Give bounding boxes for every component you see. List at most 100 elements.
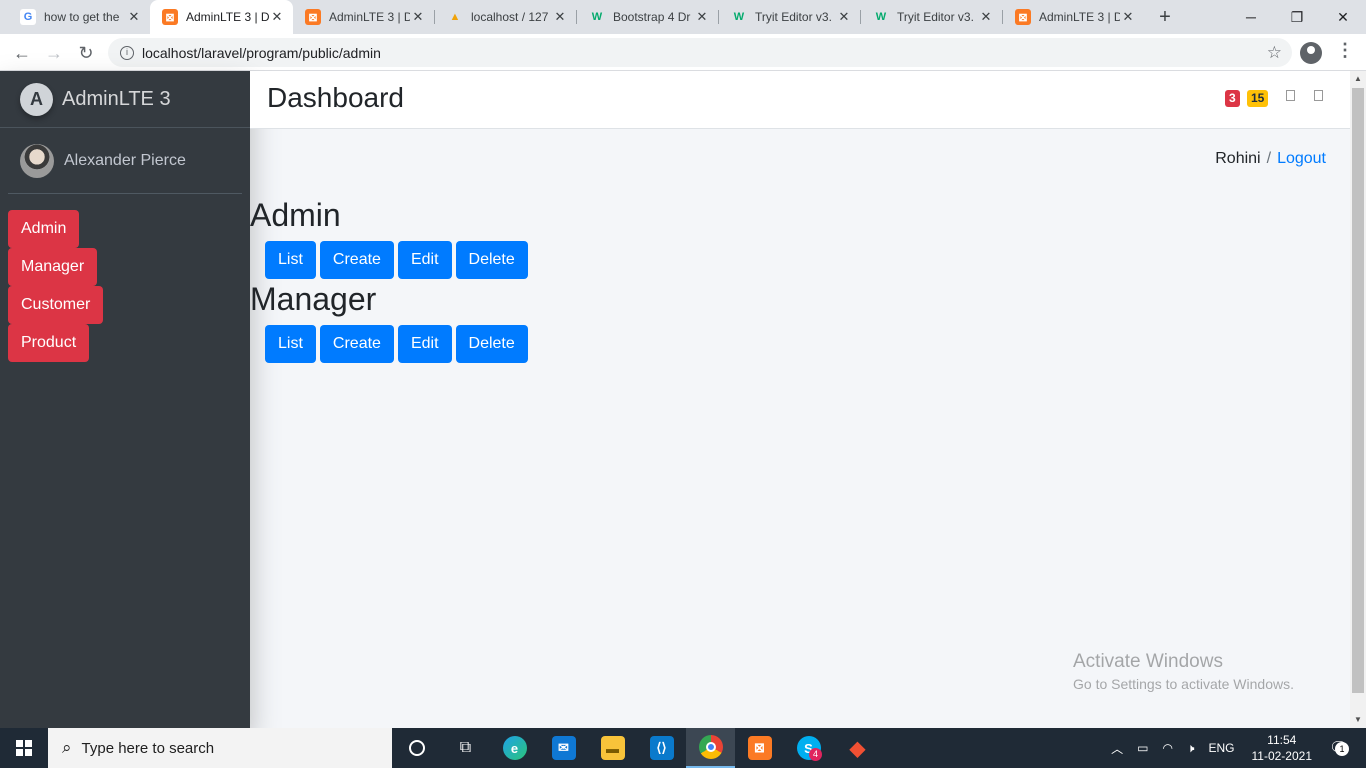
back-icon[interactable]: ←	[8, 39, 36, 67]
url-text: localhost/laravel/program/public/admin	[142, 44, 381, 61]
manager-button-group: List Create Edit Delete	[265, 325, 532, 363]
page-title: Dashboard	[267, 82, 404, 113]
search-placeholder: Type here to search	[81, 739, 215, 757]
close-tab-icon[interactable]: ✕	[694, 9, 710, 25]
sidebar: A AdminLTE 3 Alexander Pierce Admin Mana…	[0, 71, 250, 728]
battery-icon[interactable]: ▭	[1137, 741, 1148, 755]
minimize-icon[interactable]: ─	[1228, 0, 1274, 34]
action-center-icon[interactable]: 🗨 1	[1329, 728, 1359, 768]
w3schools-icon: W	[733, 11, 745, 23]
notifications-badge[interactable]: 15	[1247, 90, 1269, 107]
brand-link[interactable]: A AdminLTE 3	[0, 71, 250, 128]
sidebar-item-manager[interactable]: Manager	[8, 248, 98, 286]
mail-icon[interactable]: ✉	[539, 728, 588, 768]
tab-title: localhost / 127	[471, 10, 549, 24]
close-tab-icon[interactable]: ✕	[978, 9, 994, 25]
close-tab-icon[interactable]: ✕	[1120, 9, 1136, 25]
tab-title: Bootstrap 4 Dr	[613, 10, 691, 24]
admin-edit-button[interactable]: Edit	[397, 241, 452, 279]
forward-icon[interactable]: →	[40, 39, 68, 67]
url-field[interactable]: i localhost/laravel/program/public/admin…	[108, 38, 1292, 67]
address-bar: ← → ↻ i localhost/laravel/program/public…	[0, 34, 1366, 71]
logout-link[interactable]: Logout	[1277, 150, 1326, 167]
manager-create-button[interactable]: Create	[319, 325, 394, 363]
file-explorer-icon[interactable]: ▬	[588, 728, 637, 768]
sidebar-item-admin[interactable]: Admin	[8, 210, 80, 248]
top-navbar: Dashboard 3 15	[250, 71, 1350, 129]
admin-list-button[interactable]: List	[265, 241, 316, 279]
tab-title: AdminLTE 3 | D	[329, 10, 410, 24]
tab-title: AdminLTE 3 | D	[186, 10, 269, 24]
xampp-icon[interactable]: ⊠	[735, 728, 784, 768]
task-view-icon[interactable]: ⧉	[441, 728, 490, 768]
scroll-thumb[interactable]	[1352, 88, 1364, 693]
close-tab-icon[interactable]: ✕	[410, 9, 426, 25]
close-window-icon[interactable]: ✕	[1320, 0, 1366, 34]
close-tab-icon[interactable]: ✕	[836, 9, 852, 25]
manager-delete-button[interactable]: Delete	[455, 325, 528, 363]
browser-tab-bar: G how to get the ✕ ⊠ AdminLTE 3 | D ✕ ⊠ …	[0, 0, 1366, 34]
profile-icon[interactable]	[1300, 42, 1322, 64]
phpmyadmin-icon: ▲	[449, 11, 461, 23]
brand-text: AdminLTE 3	[62, 87, 171, 110]
user-name[interactable]: Alexander Pierce	[64, 152, 186, 170]
browser-tab[interactable]: W Tryit Editor v3. ✕	[861, 0, 1002, 34]
browser-tab[interactable]: W Bootstrap 4 Dr ✕	[577, 0, 718, 34]
wifi-icon[interactable]: ◠	[1162, 741, 1172, 755]
xampp-icon: ⊠	[305, 9, 321, 25]
control-sidebar-icon[interactable]	[1314, 90, 1323, 101]
close-tab-icon[interactable]: ✕	[269, 9, 285, 25]
admin-create-button[interactable]: Create	[319, 241, 394, 279]
new-tab-icon[interactable]: +	[1152, 4, 1178, 30]
browser-tab[interactable]: ▲ localhost / 127 ✕	[435, 0, 576, 34]
sidebar-item-product[interactable]: Product	[8, 324, 90, 362]
clock[interactable]: 11:54 11-02-2021	[1252, 732, 1313, 764]
page-scrollbar[interactable]: ▲ ▼	[1350, 71, 1366, 728]
scroll-down-icon[interactable]: ▼	[1350, 712, 1366, 728]
browser-tab[interactable]: W Tryit Editor v3. ✕	[719, 0, 860, 34]
skype-badge: 4	[809, 748, 822, 761]
taskbar-search[interactable]: ⌕ Type here to search	[48, 728, 392, 768]
bookmark-star-icon[interactable]: ☆	[1267, 43, 1282, 63]
breadcrumb-user: Rohini	[1215, 150, 1261, 167]
system-tray: ︿ ▭ ◠ 🕨 ENG 11:54 11-02-2021 🗨 1	[1104, 728, 1366, 768]
xampp-icon: ⊠	[1015, 9, 1031, 25]
edge-icon[interactable]: e	[490, 728, 539, 768]
browser-tab[interactable]: G how to get the ✕	[8, 0, 150, 34]
start-button[interactable]	[0, 728, 48, 768]
breadcrumb: Rohini / Logout	[1215, 150, 1326, 167]
notification-count: 1	[1335, 742, 1349, 756]
watermark-subtitle: Go to Settings to activate Windows.	[1073, 676, 1294, 692]
skype-icon[interactable]: S 4	[784, 728, 833, 768]
scroll-up-icon[interactable]: ▲	[1350, 71, 1366, 87]
cortana-icon[interactable]	[392, 728, 441, 768]
chrome-icon[interactable]	[686, 728, 735, 768]
browser-tab[interactable]: ⊠ AdminLTE 3 | D ✕	[1003, 0, 1144, 34]
windows-logo-icon	[16, 740, 32, 756]
close-tab-icon[interactable]: ✕	[126, 9, 142, 25]
sidebar-item-customer[interactable]: Customer	[8, 286, 104, 324]
volume-muted-icon[interactable]: 🕨	[1187, 741, 1195, 756]
messages-badge[interactable]: 3	[1225, 90, 1240, 107]
restore-icon[interactable]: ❐	[1274, 0, 1320, 34]
reload-icon[interactable]: ↻	[72, 39, 100, 67]
admin-delete-button[interactable]: Delete	[455, 241, 528, 279]
git-icon[interactable]: ◆	[833, 728, 882, 768]
browser-tab[interactable]: ⊠ AdminLTE 3 | D ✕	[293, 0, 434, 34]
show-hidden-icons-icon[interactable]: ︿	[1111, 740, 1123, 757]
fullscreen-icon[interactable]	[1286, 90, 1295, 101]
language-indicator[interactable]: ENG	[1208, 741, 1234, 755]
section-title-admin: Admin	[250, 197, 341, 233]
tab-title: AdminLTE 3 | D	[1039, 10, 1120, 24]
close-tab-icon[interactable]: ✕	[552, 9, 568, 25]
site-info-icon[interactable]: i	[120, 45, 134, 60]
browser-tab-active[interactable]: ⊠ AdminLTE 3 | D ✕	[150, 0, 293, 34]
manager-list-button[interactable]: List	[265, 325, 316, 363]
watermark-title: Activate Windows	[1073, 651, 1223, 672]
browser-menu-icon[interactable]: ⋮	[1336, 40, 1354, 61]
search-icon: ⌕	[62, 738, 72, 757]
manager-edit-button[interactable]: Edit	[397, 325, 452, 363]
vscode-icon[interactable]: ⟨⟩	[637, 728, 686, 768]
avatar	[20, 143, 54, 178]
google-icon: G	[20, 9, 36, 25]
